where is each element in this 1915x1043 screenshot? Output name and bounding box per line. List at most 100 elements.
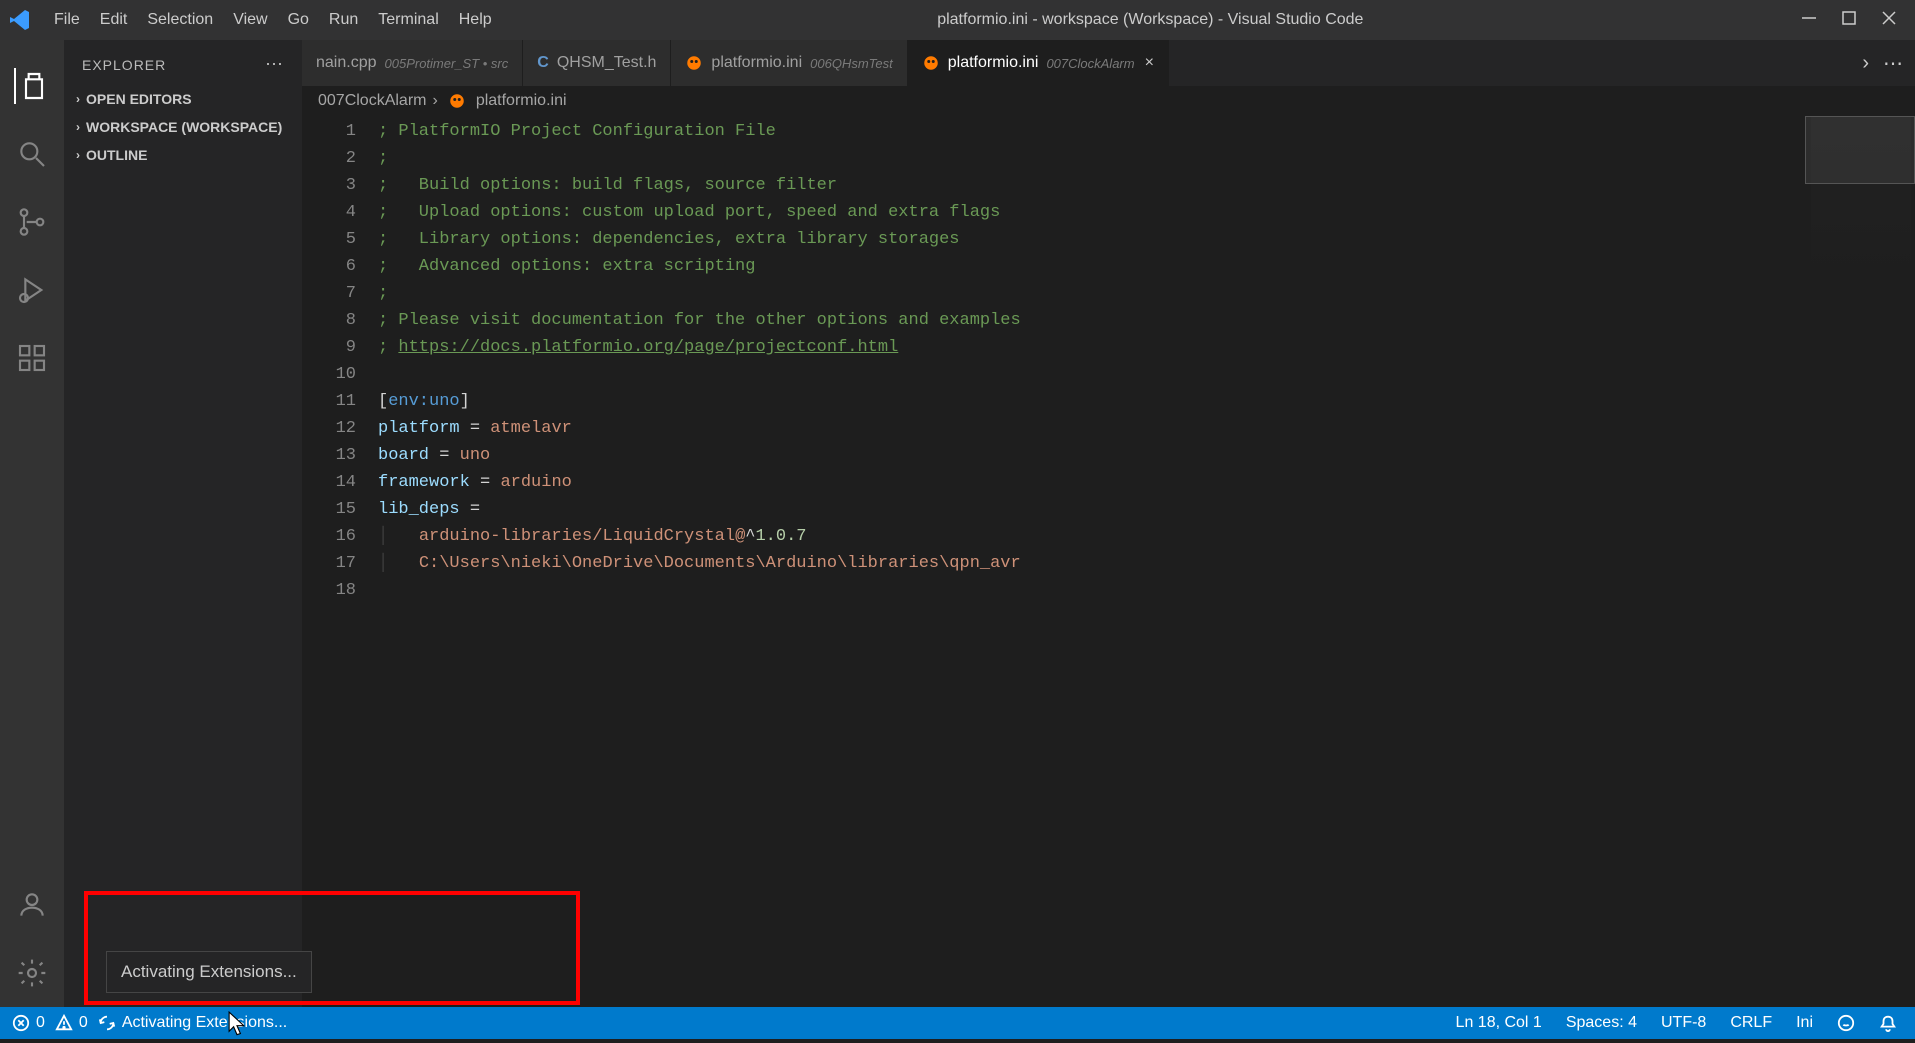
explorer-icon[interactable] xyxy=(14,68,50,104)
menu-terminal[interactable]: Terminal xyxy=(368,11,448,29)
code-line[interactable] xyxy=(378,361,1915,388)
code-line[interactable]: ; Library options: dependencies, extra l… xyxy=(378,226,1915,253)
settings-gear-icon[interactable] xyxy=(14,955,50,991)
overflow-chevron-icon[interactable]: › xyxy=(1862,52,1869,75)
status-lang[interactable]: Ini xyxy=(1796,1014,1813,1032)
status-bar: 0 0 Activating Extensions... Ln 18, Col … xyxy=(0,1007,1915,1039)
notifications-icon[interactable] xyxy=(1879,1014,1897,1032)
status-encoding[interactable]: UTF-8 xyxy=(1661,1014,1706,1032)
activity-bar xyxy=(0,40,64,1007)
code-line[interactable]: ; PlatformIO Project Configuration File xyxy=(378,118,1915,145)
tab-label: nain.cpp xyxy=(316,54,377,72)
chevron-right-icon: › xyxy=(76,92,80,106)
code-line[interactable]: ; Please visit documentation for the oth… xyxy=(378,307,1915,334)
tab-main-cpp[interactable]: nain.cpp 005Protimer_ST • src xyxy=(302,40,523,86)
chevron-right-icon: › xyxy=(76,120,80,134)
code-line[interactable]: lib_deps = xyxy=(378,496,1915,523)
extensions-icon[interactable] xyxy=(14,340,50,376)
code-line[interactable]: [env:uno] xyxy=(378,388,1915,415)
sidebar-outline[interactable]: › OUTLINE xyxy=(64,141,302,169)
code-line[interactable]: ; Build options: build flags, source fil… xyxy=(378,172,1915,199)
bc-folder: 007ClockAlarm xyxy=(318,92,426,110)
tab-label: QHSM_Test.h xyxy=(557,54,657,72)
line-number: 16 xyxy=(302,523,356,550)
status-errors[interactable]: 0 xyxy=(12,1014,45,1032)
menu-run[interactable]: Run xyxy=(319,11,368,29)
line-number: 6 xyxy=(302,253,356,280)
cursor-icon xyxy=(228,1011,246,1035)
search-icon[interactable] xyxy=(14,136,50,172)
code-line[interactable]: ; xyxy=(378,145,1915,172)
code-line[interactable]: │ C:\Users\nieki\OneDrive\Documents\Ardu… xyxy=(378,550,1915,577)
status-eol[interactable]: CRLF xyxy=(1730,1014,1772,1032)
tab-sub: 007ClockAlarm xyxy=(1046,56,1134,71)
tab-pio-006[interactable]: platformio.ini 006QHsmTest xyxy=(671,40,907,86)
sidebar-workspace[interactable]: › WORKSPACE (WORKSPACE) xyxy=(64,113,302,141)
line-number: 5 xyxy=(302,226,356,253)
line-number: 9 xyxy=(302,334,356,361)
code-line[interactable]: │ arduino-libraries/LiquidCrystal@^1.0.7 xyxy=(378,523,1915,550)
line-number: 10 xyxy=(302,361,356,388)
tab-label: platformio.ini xyxy=(948,54,1039,72)
code-line[interactable]: framework = arduino xyxy=(378,469,1915,496)
activating-tooltip: Activating Extensions... xyxy=(106,951,312,993)
close-icon[interactable] xyxy=(1879,8,1899,33)
minimap-viewport[interactable] xyxy=(1805,116,1915,184)
code-line[interactable]: ; xyxy=(378,280,1915,307)
tab-sub: 005Protimer_ST • src xyxy=(385,56,509,71)
line-number: 8 xyxy=(302,307,356,334)
platformio-icon xyxy=(448,92,466,110)
code-line[interactable] xyxy=(378,577,1915,604)
tab-qhsm-test[interactable]: C QHSM_Test.h xyxy=(523,40,671,86)
menu-edit[interactable]: Edit xyxy=(90,11,138,29)
platformio-icon xyxy=(685,54,703,72)
source-control-icon[interactable] xyxy=(14,204,50,240)
code-editor[interactable]: 123456789101112131415161718 ; PlatformIO… xyxy=(302,116,1915,1007)
tab-pio-007[interactable]: platformio.ini 007ClockAlarm × xyxy=(908,40,1169,86)
status-spaces[interactable]: Spaces: 4 xyxy=(1566,1014,1637,1032)
line-number: 3 xyxy=(302,172,356,199)
more-actions-icon[interactable]: ⋯ xyxy=(1883,51,1903,76)
code-line[interactable]: ; https://docs.platformio.org/page/proje… xyxy=(378,334,1915,361)
accounts-icon[interactable] xyxy=(14,887,50,923)
close-icon[interactable]: × xyxy=(1145,54,1154,72)
tab-label: platformio.ini xyxy=(711,54,802,72)
code-line[interactable]: board = uno xyxy=(378,442,1915,469)
c-file-icon: C xyxy=(537,54,549,72)
feedback-icon[interactable] xyxy=(1837,1014,1855,1032)
tab-bar: nain.cpp 005Protimer_ST • src C QHSM_Tes… xyxy=(302,40,1915,86)
code-line[interactable]: ; Upload options: custom upload port, sp… xyxy=(378,199,1915,226)
line-number: 13 xyxy=(302,442,356,469)
run-debug-icon[interactable] xyxy=(14,272,50,308)
line-number: 12 xyxy=(302,415,356,442)
title-bar: File Edit Selection View Go Run Terminal… xyxy=(0,0,1915,40)
menu-view[interactable]: View xyxy=(223,11,277,29)
breadcrumbs[interactable]: 007ClockAlarm › platformio.ini xyxy=(302,86,1915,116)
explorer-title: EXPLORER xyxy=(82,57,166,73)
more-icon[interactable]: ⋯ xyxy=(265,54,284,75)
maximize-icon[interactable] xyxy=(1839,8,1859,33)
chevron-right-icon: › xyxy=(432,92,437,110)
status-cursor[interactable]: Ln 18, Col 1 xyxy=(1456,1014,1542,1032)
menu-help[interactable]: Help xyxy=(449,11,502,29)
sidebar-open-editors[interactable]: › OPEN EDITORS xyxy=(64,85,302,113)
explorer-sidebar: EXPLORER ⋯ › OPEN EDITORS › WORKSPACE (W… xyxy=(64,40,302,1007)
bc-file: platformio.ini xyxy=(476,92,567,110)
menu-file[interactable]: File xyxy=(44,11,90,29)
line-number: 15 xyxy=(302,496,356,523)
menu-go[interactable]: Go xyxy=(278,11,319,29)
platformio-icon xyxy=(922,54,940,72)
code-line[interactable]: platform = atmelavr xyxy=(378,415,1915,442)
line-number: 17 xyxy=(302,550,356,577)
chevron-right-icon: › xyxy=(76,148,80,162)
line-number: 2 xyxy=(302,145,356,172)
minimize-icon[interactable] xyxy=(1799,8,1819,33)
status-warnings[interactable]: 0 xyxy=(55,1014,88,1032)
tab-sub: 006QHsmTest xyxy=(810,56,893,71)
menu-selection[interactable]: Selection xyxy=(137,11,223,29)
line-number: 4 xyxy=(302,199,356,226)
vscode-logo-icon xyxy=(8,8,32,32)
line-number: 14 xyxy=(302,469,356,496)
status-activating[interactable]: Activating Extensions... xyxy=(98,1014,287,1032)
code-line[interactable]: ; Advanced options: extra scripting xyxy=(378,253,1915,280)
